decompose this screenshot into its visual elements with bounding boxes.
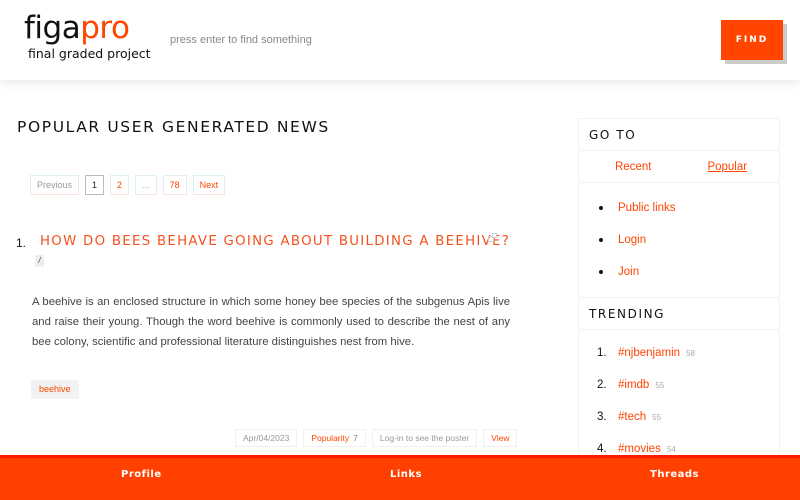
link-join[interactable]: Join	[579, 259, 779, 291]
article-popularity: Popularity 7	[303, 429, 366, 447]
trending-item[interactable]: 3. #tech 55	[579, 404, 779, 436]
article-number: 1.	[16, 236, 27, 250]
trending-tag: #movies	[618, 443, 661, 455]
external-link-icon[interactable]	[488, 233, 498, 242]
trending-list: 1. #njbenjamin 58 2. #imdb 55 3. #tech 55 4. #m…	[579, 330, 779, 468]
article-meta: Apr/04/2023 Popularity 7 Log-in to see th…	[235, 429, 518, 447]
pagination-previous[interactable]: Previous	[30, 175, 80, 195]
pagination-page-1[interactable]: 1	[85, 175, 105, 195]
article-title-link[interactable]: HOW DO BEES BEHAVE GOING ABOUT BUILDING …	[40, 234, 510, 249]
logo-text-figa: figa	[24, 10, 81, 46]
link-label: Public links	[618, 202, 676, 214]
pagination: Previous 1 2 ... 78 Next	[30, 175, 226, 195]
popularity-value: 7	[353, 433, 358, 443]
trending-heading: TRENDING	[579, 298, 779, 330]
search-input[interactable]	[170, 28, 670, 52]
goto-heading: GO TO	[579, 119, 779, 151]
sidebar: GO TO Recent Popular Public links Login …	[578, 118, 780, 478]
trending-count: 58	[686, 349, 695, 358]
pagination-page-2[interactable]: 2	[110, 175, 130, 195]
popularity-label: Popularity	[311, 433, 350, 443]
trending-count: 55	[655, 381, 665, 390]
bullet-icon	[599, 206, 603, 210]
trending-rank: 3.	[597, 411, 607, 423]
page-title: POPULAR USER GENERATED NEWS	[17, 118, 330, 136]
pagination-next[interactable]: Next	[192, 175, 226, 195]
tab-recent[interactable]: Recent	[615, 151, 651, 182]
footer-threads[interactable]: Threads	[650, 469, 699, 480]
trending-count: 54	[666, 445, 676, 454]
trending-count: 55	[652, 413, 662, 422]
bullet-icon	[599, 238, 603, 242]
trending-tag: #tech	[618, 411, 647, 423]
trending-item[interactable]: 1. #njbenjamin 58	[579, 340, 779, 372]
logo-tagline: final graded project	[28, 46, 151, 61]
tab-popular[interactable]: Popular	[707, 151, 747, 182]
logo-wordmark: figapro	[24, 10, 151, 46]
goto-tabs: Recent Popular	[579, 151, 779, 183]
logo[interactable]: figapro final graded project	[24, 10, 151, 61]
trending-rank: 1.	[597, 347, 607, 359]
find-button[interactable]: FIND	[721, 20, 783, 60]
pagination-ellipsis[interactable]: ...	[135, 175, 157, 195]
footer-links[interactable]: Links	[390, 469, 422, 480]
trending-tag: #njbenjamin	[618, 347, 681, 359]
header: figapro final graded project FIND	[0, 0, 800, 80]
bullet-icon	[599, 270, 603, 274]
trending-item[interactable]: 2. #imdb 55	[579, 372, 779, 404]
logo-text-pro: pro	[80, 10, 130, 46]
pagination-page-78[interactable]: 78	[162, 175, 187, 195]
article-badge: /	[35, 255, 44, 267]
article-tag[interactable]: beehive	[31, 380, 79, 399]
trending-rank: 2.	[597, 379, 607, 391]
article-date: Apr/04/2023	[235, 429, 298, 447]
footer-profile[interactable]: Profile	[121, 469, 162, 480]
article-description: A beehive is an enclosed structure in wh…	[32, 296, 510, 348]
article-poster: Log-in to see the poster	[371, 429, 478, 447]
footer-nav: Profile Links Threads	[0, 455, 800, 500]
link-label: Join	[618, 266, 640, 278]
link-label: Login	[618, 234, 647, 246]
goto-links: Public links Login Join	[579, 183, 779, 298]
trending-tag: #imdb	[618, 379, 650, 391]
article-view-link[interactable]: View	[483, 429, 518, 447]
link-login[interactable]: Login	[579, 227, 779, 259]
link-public-links[interactable]: Public links	[579, 195, 779, 227]
